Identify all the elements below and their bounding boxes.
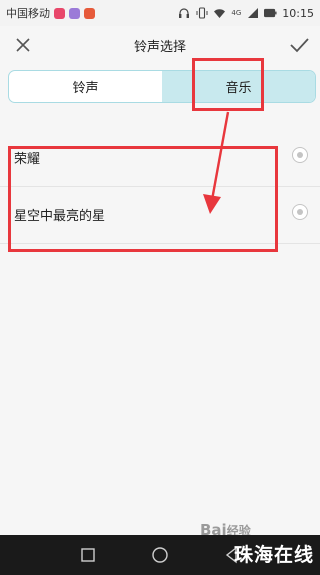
song-title: 星空中最亮的星 <box>14 209 106 224</box>
carrier-label: 中国移动 <box>6 7 50 20</box>
status-icons: 4G 10:15 <box>177 0 314 26</box>
purple-app-icon <box>69 7 80 19</box>
tab-ringtone[interactable]: 铃声 <box>9 71 162 102</box>
tab-music[interactable]: 音乐 <box>162 71 315 102</box>
clock: 10:15 <box>282 6 314 20</box>
signal-icon <box>246 7 259 20</box>
status-bar: 中国移动 4G 10:15 <box>0 0 320 26</box>
zhuhai-watermark: 珠海在线 <box>233 544 314 566</box>
radio-button[interactable] <box>292 147 308 163</box>
radio-dot <box>297 152 303 158</box>
title-bar: 铃声选择 <box>0 26 320 64</box>
red-app-icon <box>84 7 95 19</box>
close-icon <box>16 38 30 52</box>
song-list: 荣耀 星空中最亮的星 <box>0 130 320 244</box>
battery-icon <box>264 7 277 20</box>
tab-ringtone-label: 铃声 <box>72 81 99 96</box>
radio-button[interactable] <box>292 204 308 220</box>
wifi-icon <box>213 7 226 20</box>
page-title: 铃声选择 <box>133 39 186 55</box>
recents-icon <box>81 548 95 562</box>
home-icon <box>152 547 168 563</box>
radio-dot <box>297 209 303 215</box>
song-title: 荣耀 <box>14 152 41 167</box>
vibrate-icon <box>195 7 208 20</box>
tab-music-label: 音乐 <box>225 81 252 96</box>
list-item[interactable]: 荣耀 <box>0 130 320 187</box>
tab-switcher: 铃声 音乐 <box>8 70 316 103</box>
weibo-app-icon <box>54 7 65 19</box>
check-icon <box>290 38 309 53</box>
headphones-icon <box>177 7 190 20</box>
confirm-button[interactable] <box>288 34 310 56</box>
recents-button[interactable] <box>78 545 98 565</box>
network-type-label: 4G <box>231 9 242 17</box>
close-button[interactable] <box>12 34 34 56</box>
list-item[interactable]: 星空中最亮的星 <box>0 187 320 244</box>
home-button[interactable] <box>150 545 170 565</box>
